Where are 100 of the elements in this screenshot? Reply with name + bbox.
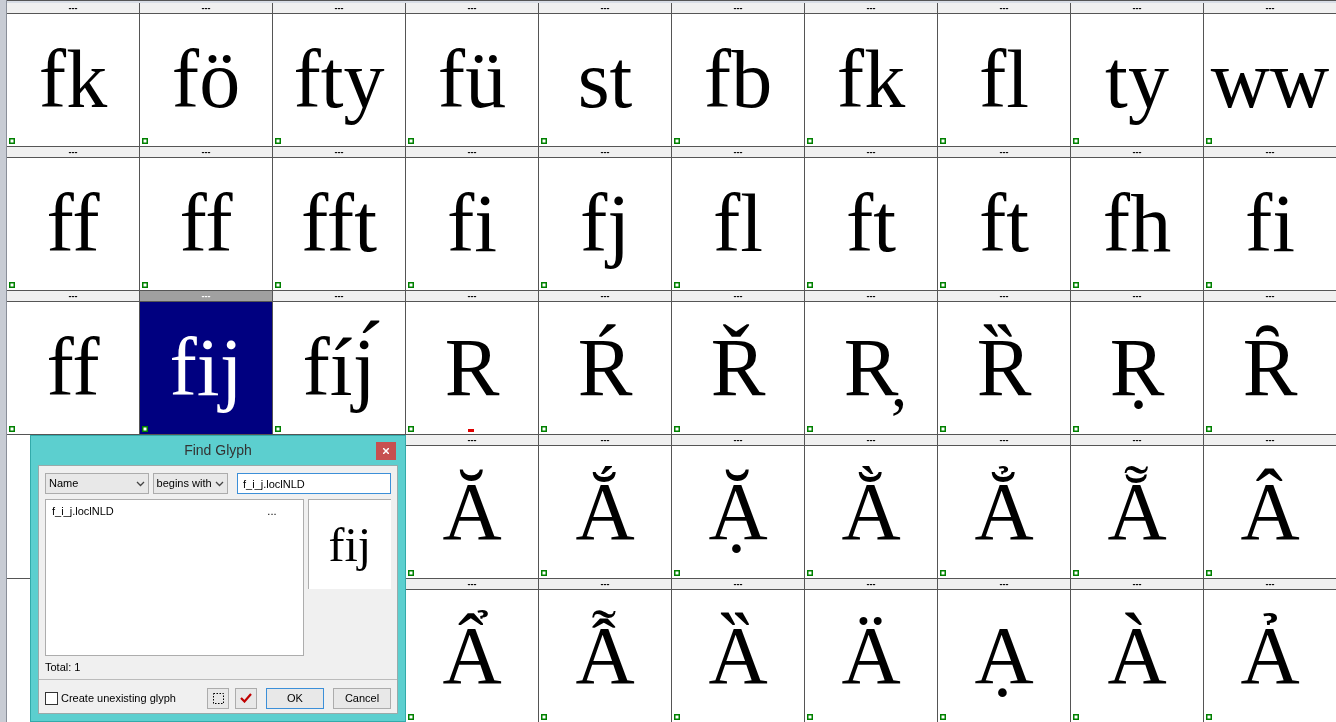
- dotted-rectangle-icon: [212, 692, 224, 704]
- status-icon: [940, 714, 946, 720]
- glyph-cell[interactable]: fh: [1071, 158, 1203, 290]
- glyph-cell[interactable]: Ằ: [805, 446, 937, 578]
- glyph: Ȑ: [976, 320, 1032, 415]
- glyph: Ặ: [708, 464, 768, 559]
- glyph-cell[interactable]: Ẳ: [938, 446, 1070, 578]
- glyph-cell[interactable]: Ř: [672, 302, 804, 434]
- glyph-cell[interactable]: Ä: [805, 590, 937, 722]
- cancel-button[interactable]: Cancel: [333, 687, 391, 709]
- glyph: À: [1107, 608, 1167, 703]
- glyph-cell[interactable]: Ṛ: [1071, 302, 1203, 434]
- glyph-cell[interactable]: Ă: [406, 446, 538, 578]
- glyph-cell[interactable]: st: [539, 14, 671, 146]
- glyph-cell[interactable]: Ẩ: [406, 590, 538, 722]
- glyph-cell[interactable]: Ẫ: [539, 590, 671, 722]
- glyph: Ř: [710, 320, 766, 415]
- glyph: fk: [836, 32, 906, 127]
- glyph-cell[interactable]: ft: [805, 158, 937, 290]
- cell-header-text: ---: [1132, 3, 1142, 13]
- chevron-icon: [135, 480, 145, 487]
- status-icon: [674, 714, 680, 720]
- flag-mark: [468, 429, 474, 432]
- status-icon: [1073, 570, 1079, 576]
- glyph-cell[interactable]: fö: [140, 14, 272, 146]
- glyph: fi: [1244, 176, 1296, 271]
- glyph-cell[interactable]: ff: [7, 158, 139, 290]
- cell-header-text: ---: [201, 147, 211, 157]
- status-icon: [408, 714, 414, 720]
- close-button[interactable]: [376, 442, 396, 460]
- status-icon: [674, 138, 680, 144]
- glyph-cell[interactable]: fk: [805, 14, 937, 146]
- glyph: Ȓ: [1242, 320, 1298, 415]
- glyph-cell[interactable]: R̦: [805, 302, 937, 434]
- glyph: Ẵ: [1107, 464, 1167, 559]
- glyph-cell[interactable]: fb: [672, 14, 804, 146]
- glyph-cell[interactable]: À: [1071, 590, 1203, 722]
- status-icon: [142, 138, 148, 144]
- cell-header-text: ---: [467, 147, 477, 157]
- glyph-cell[interactable]: Ạ: [938, 590, 1070, 722]
- glyph-cell[interactable]: Ȓ: [1204, 302, 1336, 434]
- glyph-cell[interactable]: ff: [7, 302, 139, 434]
- status-icon: [408, 282, 414, 288]
- window-title: Find Glyph: [184, 441, 252, 460]
- cell-header-text: ---: [334, 291, 344, 301]
- status-icon: [541, 138, 547, 144]
- glyph-cell[interactable]: fl: [672, 158, 804, 290]
- glyph-cell[interactable]: Â: [1204, 446, 1336, 578]
- select-all-button[interactable]: [207, 687, 229, 709]
- create-checkbox[interactable]: [45, 691, 58, 705]
- glyph: Ẫ: [575, 608, 635, 703]
- glyph-cell[interactable]: fty: [273, 14, 405, 146]
- glyph-cell[interactable]: ww: [1204, 14, 1336, 146]
- glyph-cell[interactable]: fl: [938, 14, 1070, 146]
- glyph-cell[interactable]: ft: [938, 158, 1070, 290]
- glyph: st: [577, 32, 633, 127]
- glyph: Ă: [442, 464, 502, 559]
- status-icon: [408, 570, 414, 576]
- glyph-cell[interactable]: Ŕ: [539, 302, 671, 434]
- glyph-cell[interactable]: ff: [140, 158, 272, 290]
- glyph-cell[interactable]: fj: [539, 158, 671, 290]
- glyph-cell[interactable]: R: [406, 302, 538, 434]
- field-dropdown[interactable]: Name: [45, 473, 149, 494]
- glyph-cell[interactable]: fft: [273, 158, 405, 290]
- cell-header-text: ---: [600, 579, 610, 589]
- glyph-cell[interactable]: Ặ: [672, 446, 804, 578]
- glyph-cell[interactable]: ty: [1071, 14, 1203, 146]
- glyph-cell[interactable]: Ȑ: [938, 302, 1070, 434]
- status-icon: [541, 426, 547, 432]
- glyph: Ẩ: [442, 608, 502, 703]
- glyph: ff: [46, 320, 100, 415]
- glyph-cell[interactable]: fk: [7, 14, 139, 146]
- result-item[interactable]: f_i_j.loclNLD ...: [52, 503, 297, 520]
- glyph-cell[interactable]: fü: [406, 14, 538, 146]
- glyph-cell[interactable]: fíj́: [273, 302, 405, 434]
- glyph-cell[interactable]: Ắ: [539, 446, 671, 578]
- checkbox-label: Create unexisting glyph: [61, 690, 176, 706]
- glyph: Ȁ: [708, 608, 768, 703]
- cell-header-text: ---: [600, 435, 610, 445]
- glyph-cell[interactable]: Ả: [1204, 590, 1336, 722]
- status-icon: [674, 426, 680, 432]
- glyph: fty: [293, 32, 385, 127]
- cell-header-text: ---: [999, 435, 1009, 445]
- glyph-cell[interactable]: fij: [140, 302, 272, 434]
- status-icon: [674, 282, 680, 288]
- cell-header-text: ---: [733, 147, 743, 157]
- cell-header-text: ---: [999, 579, 1009, 589]
- search-field[interactable]: f_i_j.loclNLD: [237, 473, 391, 494]
- check-button[interactable]: [235, 687, 257, 709]
- glyph-cell[interactable]: fi: [406, 158, 538, 290]
- glyph-cell[interactable]: Ẵ: [1071, 446, 1203, 578]
- glyph: ty: [1105, 32, 1169, 127]
- glyph-cell[interactable]: fi: [1204, 158, 1336, 290]
- glyph: fi: [446, 176, 498, 271]
- condition-dropdown[interactable]: begins with: [152, 473, 228, 494]
- glyph: fl: [712, 176, 764, 271]
- glyph-cell[interactable]: Ȁ: [672, 590, 804, 722]
- cell-header-text: ---: [201, 3, 211, 13]
- ok-button[interactable]: OK: [266, 687, 324, 709]
- glyph: fk: [38, 32, 108, 127]
